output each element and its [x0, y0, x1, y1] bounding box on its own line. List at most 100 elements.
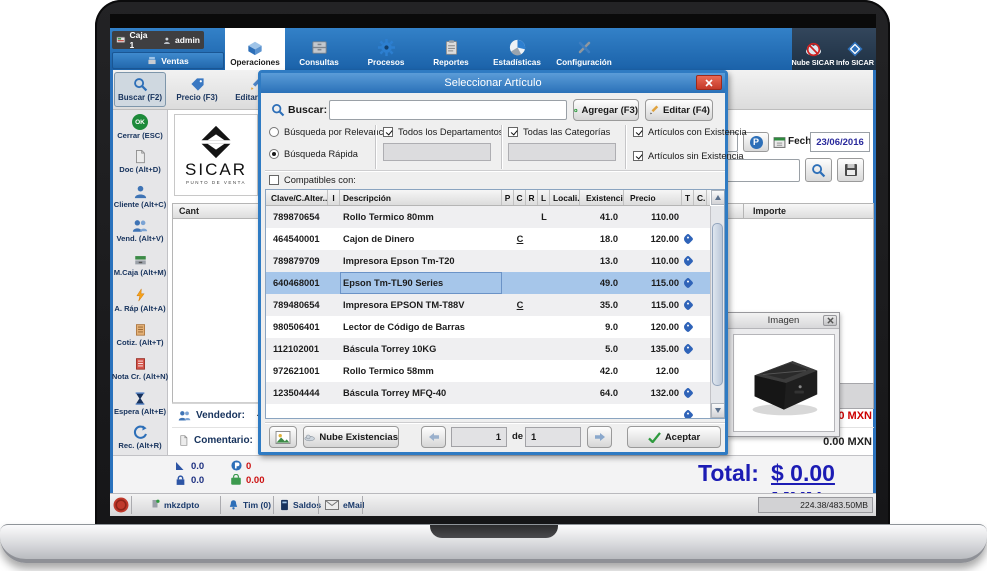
table-row[interactable]: 789879709 Impresora Epson Tm-T20 13.0 11… — [266, 250, 710, 272]
scroll-down-button[interactable] — [711, 403, 725, 418]
col-c[interactable]: C — [514, 190, 526, 205]
table-scrollbar[interactable] — [710, 206, 724, 418]
stat-puntos: 0 — [246, 461, 251, 472]
tab-estadisticas[interactable]: Estadísticas — [486, 28, 548, 70]
table-row[interactable]: 123504444 Báscula Torrey MFQ-40 64.0 132… — [266, 382, 710, 404]
table-row-partial[interactable] — [266, 404, 710, 419]
image-button[interactable] — [269, 426, 297, 448]
tab-ventas[interactable]: Ventas — [112, 52, 224, 69]
dialog-close-button[interactable] — [696, 75, 722, 90]
scroll-up-button[interactable] — [711, 190, 725, 205]
cell-p — [502, 404, 514, 419]
table-row[interactable]: 789870654 Rollo Termico 80mm L 41.0 110.… — [266, 206, 710, 228]
col-p[interactable]: P — [502, 190, 514, 205]
sicar-logo: SICAR PUNTO DE VENTA — [174, 114, 258, 196]
col-existencia[interactable]: Existencia — [580, 190, 624, 205]
sidebar-item-cerrar[interactable]: OK Cerrar (ESC) — [113, 110, 167, 145]
filter-divider — [625, 125, 626, 169]
tab-procesos[interactable]: Procesos — [355, 28, 417, 70]
precio-button[interactable]: Precio (F3) — [170, 72, 224, 107]
stat-monto: 0.0 — [191, 475, 204, 486]
memory-value: 224.38/483.50MB — [800, 500, 868, 510]
col-l[interactable]: L — [538, 190, 550, 205]
radio-busqueda-rapida[interactable]: Búsqueda Rápida — [269, 149, 358, 159]
statusbar-tim-label: Tim (0) — [243, 500, 271, 510]
table-row-selected[interactable]: 640468001 Epson Tm-TL90 Series 49.0 115.… — [266, 272, 710, 294]
cell-clave: 640468001 — [266, 272, 328, 294]
statusbar-user[interactable]: mkzdpto — [150, 494, 199, 516]
col-localizacion[interactable]: Locali... — [550, 190, 580, 205]
scrollbar-thumb[interactable] — [712, 223, 723, 386]
sidebar-item-nota-credito[interactable]: Nota Cr. (Alt+N) — [113, 352, 167, 387]
tag-icon — [682, 321, 693, 332]
nube-existencias-button[interactable]: Nube Existencias — [303, 426, 399, 448]
close-icon — [827, 317, 834, 324]
calendar-icon — [773, 135, 786, 149]
buscar-button[interactable]: Buscar (F2) — [114, 72, 166, 107]
tab-consultas[interactable]: Consultas — [288, 28, 350, 70]
prev-page-button[interactable] — [421, 426, 446, 448]
tab-nube-sicar[interactable]: Nube SICAR — [792, 28, 834, 70]
session-box[interactable]: Caja 1 admin — [112, 31, 204, 49]
imagen-close-button[interactable] — [823, 315, 837, 326]
fecha-input[interactable]: 23/06/2016 — [810, 132, 870, 152]
cant-column-header[interactable]: Cant — [179, 206, 199, 216]
checkbox-todos-departamentos[interactable]: Todos los Departamentos — [383, 127, 503, 137]
fecha-value: 23/06/2016 — [816, 137, 864, 148]
page-total-input[interactable]: 1 — [525, 427, 581, 447]
search-article-button[interactable] — [805, 158, 832, 182]
aceptar-button[interactable]: Aceptar — [627, 426, 721, 448]
precio-label: Precio (F3) — [176, 93, 217, 102]
cloud-icon — [304, 433, 315, 442]
statusbar-tim[interactable]: Tim (0) — [228, 494, 271, 516]
categoria-input-disabled — [508, 143, 616, 161]
table-row[interactable]: 972621001 Rollo Termico 58mm 42.0 12.00 — [266, 360, 710, 382]
sidebar-item-mcaja[interactable]: M.Caja (Alt+M) — [113, 248, 167, 283]
agregar-button[interactable]: Agregar (F3) — [573, 99, 639, 121]
checkbox-compatibles[interactable]: Compatibles con: — [269, 175, 356, 185]
dialog-titlebar[interactable]: Seleccionar Artículo — [261, 73, 725, 93]
statusbar-divider — [318, 496, 319, 514]
save-button[interactable] — [837, 158, 864, 182]
col-t[interactable]: T — [682, 190, 694, 205]
page-current-input[interactable]: 1 — [451, 427, 507, 447]
col-c2[interactable]: C. — [694, 190, 707, 205]
checkbox-todas-categorias[interactable]: Todas las Categorías — [508, 127, 610, 137]
checkbox-articulos-con-existencia[interactable]: Artículos con Existencia — [633, 127, 747, 137]
sidebar-item-cliente[interactable]: Cliente (Alt+C) — [113, 179, 167, 214]
tab-reportes[interactable]: Reportes — [420, 28, 482, 70]
cell-precio: 135.00 — [624, 338, 682, 360]
col-r[interactable]: R — [526, 190, 538, 205]
radio-busqueda-relevancia[interactable]: Búsqueda por Relevancia — [269, 127, 390, 137]
cell-c2 — [694, 294, 707, 316]
logo-tagline: PUNTO DE VENTA — [186, 180, 246, 185]
table-row[interactable]: 112102001 Báscula Torrey 10KG 5.0 135.00 — [266, 338, 710, 360]
sidebar-item-doc[interactable]: Doc (Alt+D) — [113, 145, 167, 180]
tab-label: Operaciones — [230, 58, 280, 67]
sidebar-item-articulo-rapido[interactable]: A. Ráp (Alt+A) — [113, 283, 167, 318]
close-icon — [705, 79, 713, 87]
table-row[interactable]: 980506401 Lector de Código de Barras 9.0… — [266, 316, 710, 338]
sidebar-item-cotizacion[interactable]: Cotiz. (Alt+T) — [113, 317, 167, 352]
modal-editar-label: Editar (F4) — [663, 105, 710, 116]
checkbox-articulos-sin-existencia[interactable]: Artículos sin Existencia — [633, 151, 744, 161]
statusbar-saldos[interactable]: Saldos — [280, 494, 321, 516]
sidebar-item-espera[interactable]: Espera (Alt+E) — [113, 386, 167, 421]
tab-configuracion[interactable]: Configuración — [553, 28, 615, 70]
col-descripcion[interactable]: Descripción — [340, 190, 502, 205]
imagen-panel-titlebar[interactable]: Imagen — [728, 313, 839, 329]
modal-search-input[interactable] — [329, 100, 567, 120]
col-precio[interactable]: Precio — [624, 190, 682, 205]
tab-operaciones[interactable]: Operaciones — [225, 28, 285, 70]
tab-info-sicar[interactable]: Info SICAR — [834, 28, 876, 70]
col-i[interactable]: I — [328, 190, 340, 205]
sidebar-item-recuperar[interactable]: Rec. (Alt+R) — [113, 421, 167, 456]
importe-column-header[interactable]: Importe — [753, 206, 786, 216]
next-page-button[interactable] — [587, 426, 612, 448]
col-clave[interactable]: Clave/C.Alter... — [266, 190, 328, 205]
sidebar-item-vendedor[interactable]: Vend. (Alt+V) — [113, 214, 167, 249]
table-row[interactable]: 464540001 Cajon de Dinero C 18.0 120.00 — [266, 228, 710, 250]
modal-editar-button[interactable]: Editar (F4) — [645, 99, 713, 121]
statusbar-email[interactable]: eMail — [325, 494, 365, 516]
table-row[interactable]: 789480654 Impresora EPSON TM-T88V C 35.0… — [266, 294, 710, 316]
